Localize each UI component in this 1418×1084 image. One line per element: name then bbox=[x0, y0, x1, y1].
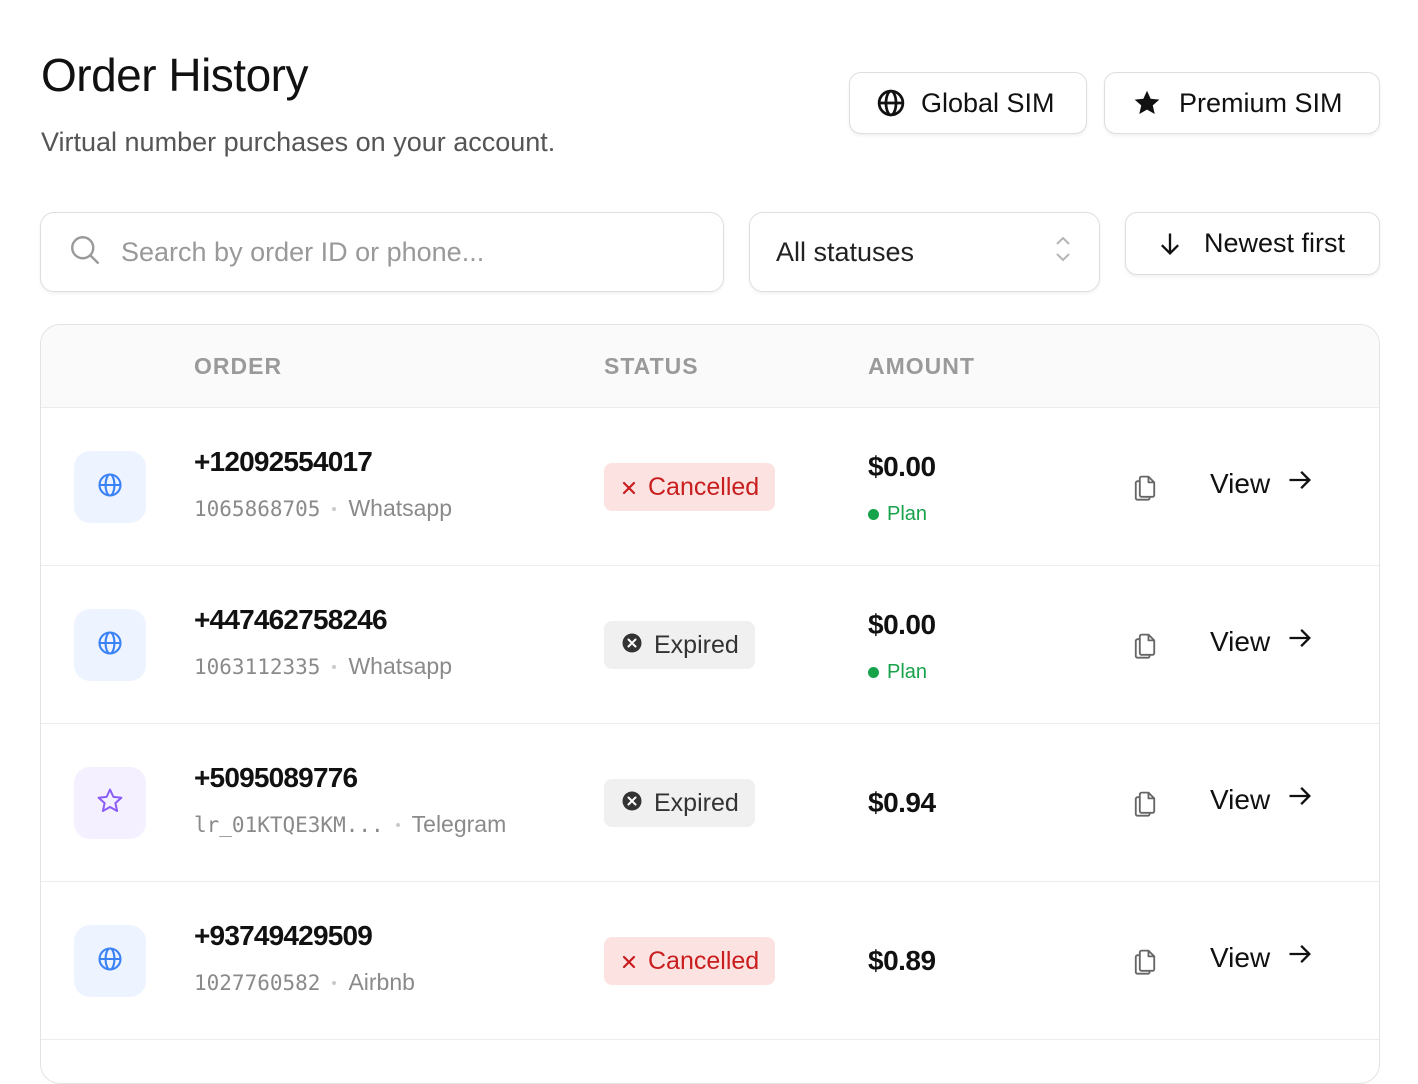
table-row[interactable]: +12092554017 1065868705 Whatsapp Cancell… bbox=[41, 408, 1379, 566]
plan-dot bbox=[868, 667, 879, 678]
view-button[interactable]: View bbox=[1210, 624, 1314, 659]
table-row[interactable]: +447462758246 1063112335 Whatsapp Expire… bbox=[41, 566, 1379, 724]
separator-dot bbox=[332, 664, 337, 669]
order-phone: +447462758246 bbox=[194, 604, 388, 635]
copy-icon[interactable] bbox=[1129, 787, 1161, 819]
globe-icon bbox=[96, 471, 124, 504]
order-service: Whatsapp bbox=[348, 653, 452, 679]
order-id: 1063112335 bbox=[194, 654, 321, 679]
x-icon bbox=[622, 947, 636, 976]
arrow-right-icon bbox=[1286, 940, 1314, 975]
status-badge: Expired bbox=[604, 779, 755, 827]
search-input[interactable] bbox=[121, 236, 681, 268]
order-meta: lr_01KTQE3KM... Telegram bbox=[194, 811, 506, 838]
premium-sim-label: Premium SIM bbox=[1179, 87, 1343, 118]
status-label: Cancelled bbox=[648, 472, 760, 501]
order-amount: $0.94 bbox=[868, 787, 936, 818]
x-icon bbox=[622, 473, 636, 502]
arrow-right-icon bbox=[1286, 466, 1314, 501]
table-row[interactable]: +93749429509 1027760582 Airbnb Cancelled… bbox=[41, 882, 1379, 1040]
column-header-status: STATUS bbox=[604, 353, 699, 379]
view-button[interactable]: View bbox=[1210, 940, 1314, 975]
search-box[interactable] bbox=[40, 212, 724, 292]
view-button[interactable]: View bbox=[1210, 466, 1314, 501]
order-phone: +93749429509 bbox=[194, 920, 373, 951]
status-badge: Cancelled bbox=[604, 463, 776, 511]
globe-icon bbox=[875, 87, 907, 119]
premium-sim-button[interactable]: Premium SIM bbox=[1104, 72, 1380, 134]
arrow-right-icon bbox=[1286, 782, 1314, 817]
plan-dot bbox=[868, 509, 879, 520]
separator-dot bbox=[332, 980, 337, 985]
order-id: lr_01KTQE3KM... bbox=[194, 812, 384, 837]
sort-label: Newest first bbox=[1204, 228, 1346, 258]
view-button[interactable]: View bbox=[1210, 782, 1314, 817]
order-amount: $0.00 bbox=[868, 609, 936, 640]
status-label: Expired bbox=[654, 630, 739, 659]
sort-button[interactable]: Newest first bbox=[1125, 212, 1380, 275]
order-phone: +5095089776 bbox=[194, 762, 358, 793]
order-service: Airbnb bbox=[348, 969, 415, 995]
view-label: View bbox=[1210, 941, 1271, 973]
status-badge: Cancelled bbox=[604, 937, 776, 985]
column-header-order: ORDER bbox=[194, 353, 283, 379]
separator-dot bbox=[332, 506, 337, 511]
copy-icon[interactable] bbox=[1129, 471, 1161, 503]
star-icon bbox=[1131, 87, 1163, 119]
view-label: View bbox=[1210, 783, 1271, 815]
order-phone: +12092554017 bbox=[194, 446, 373, 477]
order-id: 1065868705 bbox=[194, 496, 321, 521]
order-thumb bbox=[74, 609, 146, 681]
chevron-up-down-icon bbox=[1051, 233, 1075, 272]
globe-icon bbox=[96, 629, 124, 662]
copy-icon[interactable] bbox=[1129, 945, 1161, 977]
view-label: View bbox=[1210, 467, 1271, 499]
x-circle-icon bbox=[622, 789, 642, 818]
order-meta: 1063112335 Whatsapp bbox=[194, 653, 452, 680]
arrow-right-icon bbox=[1286, 624, 1314, 659]
star-icon bbox=[95, 786, 125, 821]
copy-icon[interactable] bbox=[1129, 629, 1161, 661]
status-select-value: All statuses bbox=[776, 236, 915, 267]
global-sim-label: Global SIM bbox=[921, 87, 1055, 118]
status-select[interactable]: All statuses bbox=[749, 212, 1100, 292]
order-meta: 1027760582 Airbnb bbox=[194, 969, 415, 996]
column-header-amount: AMOUNT bbox=[868, 353, 975, 379]
arrow-down-icon bbox=[1154, 228, 1186, 260]
order-thumb bbox=[74, 451, 146, 523]
order-amount: $0.00 bbox=[868, 451, 936, 482]
status-label: Expired bbox=[654, 788, 739, 817]
page-title: Order History bbox=[41, 49, 308, 101]
globe-icon bbox=[96, 945, 124, 978]
plan-tag: Plan bbox=[868, 661, 927, 684]
x-circle-icon bbox=[622, 631, 642, 660]
plan-label: Plan bbox=[887, 503, 928, 525]
plan-tag: Plan bbox=[868, 503, 927, 526]
orders-table: ORDER STATUS AMOUNT +12092554017 1065868… bbox=[40, 324, 1380, 1084]
order-meta: 1065868705 Whatsapp bbox=[194, 495, 452, 522]
table-header: ORDER STATUS AMOUNT bbox=[41, 325, 1379, 408]
order-id: 1027760582 bbox=[194, 970, 321, 995]
order-service: Telegram bbox=[411, 811, 507, 837]
view-label: View bbox=[1210, 625, 1271, 657]
table-row[interactable]: +5095089776 lr_01KTQE3KM... Telegram Exp… bbox=[41, 724, 1379, 882]
separator-dot bbox=[395, 822, 400, 827]
status-label: Cancelled bbox=[648, 946, 760, 975]
plan-label: Plan bbox=[887, 661, 928, 683]
order-thumb bbox=[74, 925, 146, 997]
search-icon bbox=[67, 232, 103, 273]
global-sim-button[interactable]: Global SIM bbox=[849, 72, 1087, 134]
page-subtitle: Virtual number purchases on your account… bbox=[41, 127, 556, 157]
order-thumb bbox=[74, 767, 146, 839]
order-service: Whatsapp bbox=[348, 495, 452, 521]
order-amount: $0.89 bbox=[868, 945, 936, 976]
status-badge: Expired bbox=[604, 621, 755, 669]
